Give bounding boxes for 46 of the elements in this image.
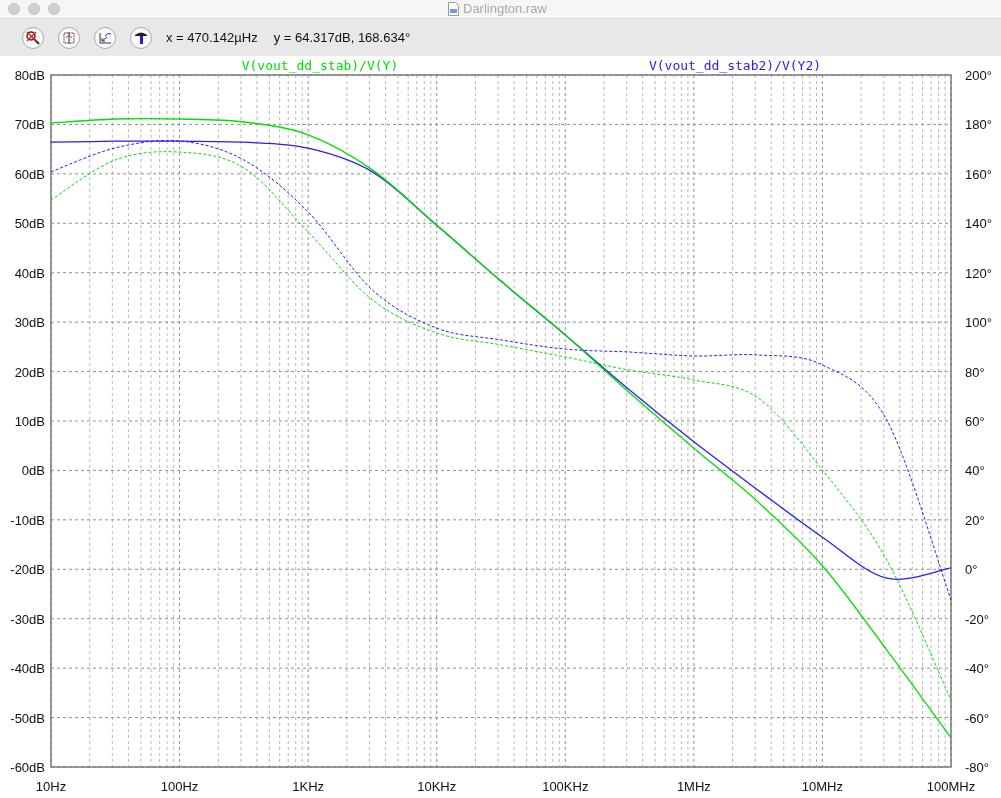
axis-tick-label: 20dB (14, 364, 45, 380)
crossed-magnifier-icon[interactable] (22, 26, 44, 49)
axis-tick-label: -20° (965, 611, 989, 627)
axis-tick-label: 40dB (14, 265, 45, 281)
frame-arrows-icon[interactable] (58, 26, 80, 49)
axis-tick-label: 100Hz (160, 779, 199, 794)
axis-tick-label: -40° (965, 661, 989, 677)
axis-tick-label: -50dB (10, 710, 45, 726)
axis-tick-label: 70dB (14, 117, 45, 133)
axis-tick-label: -20dB (10, 562, 45, 578)
cursor-y-readout: y = 64.317dB, 168.634° (273, 30, 411, 45)
axis-tick-label: 80° (965, 364, 985, 380)
axis-tick-label: 60dB (14, 166, 45, 182)
legend-label: V(vout_dd_stab)/V(Y) (241, 58, 399, 73)
axis-tick-label: 100° (965, 315, 992, 331)
axis-tick-label: 10MHz (801, 779, 843, 794)
hammer-icon[interactable] (130, 26, 152, 49)
axis-tick-label: 120° (965, 265, 992, 281)
axis-tick-label: -80° (965, 760, 989, 775)
axis-tick-label: 10Hz (35, 779, 67, 794)
axis-tick-label: 10dB (14, 414, 45, 429)
axis-tick-label: 0dB (21, 463, 45, 479)
axis-tick-label: 10KHz (417, 779, 457, 794)
axis-tick-label: 80dB (14, 68, 45, 83)
axis-tick-label: 20° (965, 512, 985, 528)
axis-tick-label: -10dB (10, 512, 45, 528)
axis-tick-label: 160° (965, 166, 992, 182)
axis-tick-label: 50dB (14, 216, 45, 232)
axis-tick-label: 60° (965, 414, 985, 429)
axis-tick-label: 100MHz (926, 779, 976, 794)
axis-tick-label: 100KHz (542, 779, 589, 794)
legend-label: V(vout_dd_stab2)/V(Y2) (648, 58, 822, 73)
axis-tick-label: -60dB (10, 760, 45, 775)
axis-tick-label: 140° (965, 216, 992, 232)
axis-tick-label: -40dB (10, 661, 45, 677)
window-title: Darlington.raw (463, 1, 547, 16)
axis-tick-label: -60° (965, 710, 989, 726)
axis-tick-label: 0° (965, 562, 978, 578)
cursor-x-readout: x = 470.142µHz (166, 30, 258, 45)
axis-tick-label: 40° (965, 463, 985, 479)
axis-tick-label: 1KHz (292, 779, 325, 794)
axis-tick-label: 200° (965, 68, 992, 83)
axis-tick-label: 30dB (14, 315, 45, 331)
axis-tick-label: -30dB (10, 611, 45, 627)
axis-tick-label: 1MHz (676, 779, 711, 794)
axis-tick-label: 180° (965, 117, 992, 133)
